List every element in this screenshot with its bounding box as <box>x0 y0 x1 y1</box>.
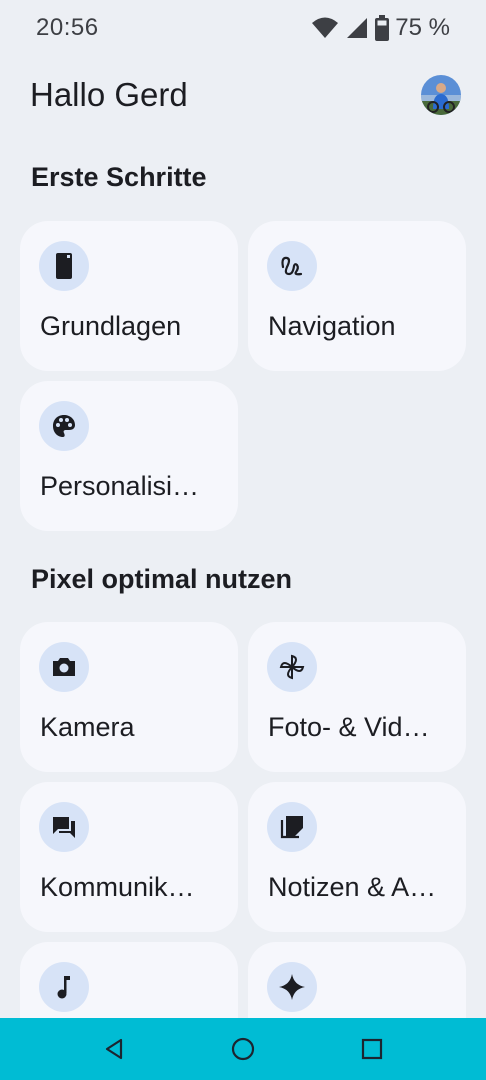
navigation-bar <box>0 1018 486 1080</box>
battery-icon <box>375 15 390 41</box>
card-label: Kamera <box>40 712 135 742</box>
card-kommunikation[interactable]: Kommunik… <box>20 782 238 932</box>
card-label: Foto- & Vid… <box>268 712 430 742</box>
section-title-erste-schritte: Erste Schritte <box>31 162 207 192</box>
card-label: Personalisi… <box>40 471 200 501</box>
status-bar: 20:56 75 % <box>0 0 486 56</box>
card-notizen[interactable]: Notizen & A… <box>248 782 466 932</box>
notes-icon <box>267 802 317 852</box>
chat-icon <box>39 802 89 852</box>
card-navigation[interactable]: Navigation <box>248 221 466 371</box>
music-note-icon <box>39 962 89 1012</box>
card-label: Kommunik… <box>40 872 195 902</box>
wifi-icon <box>312 17 339 38</box>
sparkle-icon <box>267 962 317 1012</box>
phone-icon <box>39 241 89 291</box>
card-label: Grundlagen <box>40 311 182 341</box>
pinwheel-icon <box>267 642 317 692</box>
card-kamera[interactable]: Kamera <box>20 622 238 772</box>
card-label: Notizen & A… <box>268 872 437 902</box>
cell-signal-icon <box>347 18 368 38</box>
status-time: 20:56 <box>36 14 99 41</box>
greeting: Hallo Gerd <box>30 76 188 113</box>
battery-percentage: 75 % <box>395 14 450 41</box>
avatar[interactable] <box>421 75 461 115</box>
palette-icon <box>39 401 89 451</box>
recents-icon[interactable] <box>352 1029 392 1069</box>
home-icon[interactable] <box>223 1029 263 1069</box>
back-icon[interactable] <box>94 1029 134 1069</box>
card-foto-video[interactable]: Foto- & Vid… <box>248 622 466 772</box>
gesture-icon <box>267 241 317 291</box>
section-title-pixel-optimal-nutzen: Pixel optimal nutzen <box>31 564 293 594</box>
camera-icon <box>39 642 89 692</box>
status-icons: 75 % <box>311 14 450 42</box>
card-grundlagen[interactable]: Grundlagen <box>20 221 238 371</box>
header: Hallo Gerd <box>30 70 462 120</box>
card-label: Navigation <box>268 311 396 341</box>
card-personalisierung[interactable]: Personalisi… <box>20 381 238 531</box>
